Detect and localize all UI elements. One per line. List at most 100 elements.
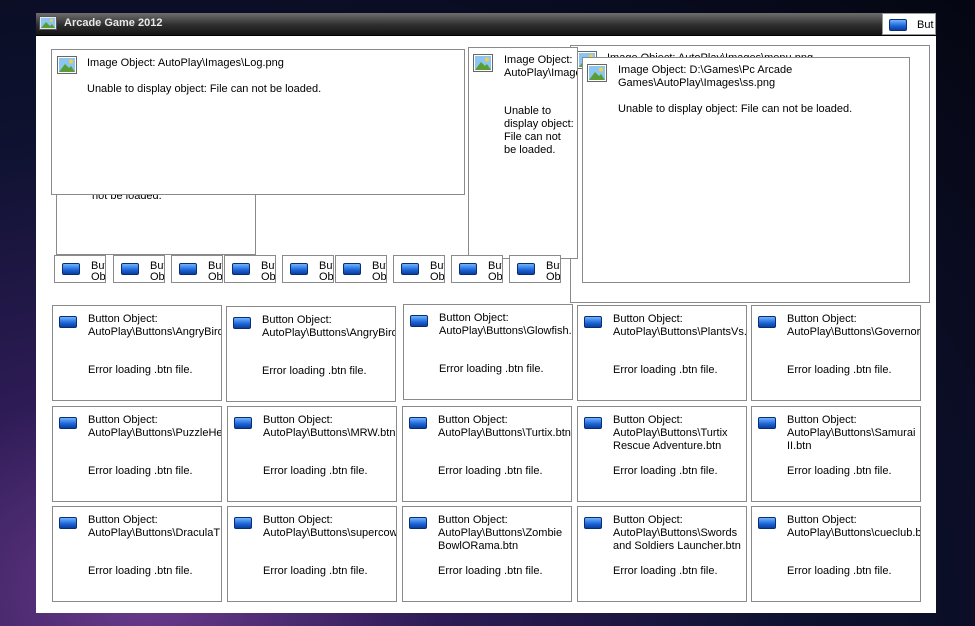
small-button-object[interactable]: But Obj	[282, 255, 334, 283]
button-object-icon	[758, 517, 776, 529]
small-button-label: But Obj	[430, 260, 445, 283]
window-title: Arcade Game 2012	[64, 17, 163, 29]
button-object-card[interactable]: Button Object: AutoPlay\Buttons\MRW.btn Er…	[227, 406, 397, 502]
button-object-card[interactable]: Button Object: AutoPlay\Buttons\AngryBird…	[226, 306, 396, 402]
button-object-error: Error loading .btn file.	[787, 364, 892, 376]
button-object-card[interactable]: Button Object: AutoPlay\Buttons\AngryBird…	[52, 305, 222, 401]
button-object-icon	[409, 417, 427, 429]
button-object-error: Error loading .btn file.	[438, 565, 543, 577]
button-object-icon	[584, 316, 602, 328]
button-object-icon	[179, 263, 197, 275]
image-object-error: Unable to display object: File can not b…	[618, 103, 853, 115]
image-placeholder-icon	[473, 54, 493, 72]
button-object-card[interactable]: Button Object: AutoPlay\Buttons\cueclub.b…	[751, 506, 921, 602]
button-object-card[interactable]: Button Object: AutoPlay\Buttons\Zombie Bo…	[402, 506, 572, 602]
title-bar[interactable]: Arcade Game 2012 But	[36, 13, 936, 36]
button-object-icon	[401, 263, 419, 275]
button-object-icon	[234, 417, 252, 429]
button-object-name: Button Object: AutoPlay\Buttons\AngryBird…	[262, 314, 396, 339]
button-object-name: Button Object: AutoPlay\Buttons\Samurai I…	[787, 414, 916, 452]
button-object-name: Button Object: AutoPlay\Buttons\DraculaT	[88, 514, 221, 539]
corner-button-label: But	[917, 19, 934, 31]
button-object-icon	[889, 19, 907, 31]
button-object-name: Button Object: AutoPlay\Buttons\Zombie Bo…	[438, 514, 563, 552]
button-object-card[interactable]: Button Object: AutoPlay\Buttons\DraculaT E…	[52, 506, 222, 602]
button-object-card[interactable]: Button Object: AutoPlay\Buttons\Turtix Re…	[577, 406, 747, 502]
button-object-card[interactable]: Button Object: AutoPlay\Buttons\Governor E…	[751, 305, 921, 401]
button-object-icon	[232, 263, 250, 275]
button-object-icon	[233, 317, 251, 329]
button-object-error: Error loading .btn file.	[262, 365, 367, 377]
button-object-error: Error loading .btn file.	[613, 364, 718, 376]
button-object-card[interactable]: Button Object: AutoPlay\Buttons\PlantsVs.…	[577, 305, 747, 401]
image-object-title: Image Object: D:\Games\Pc Arcade Games\A…	[618, 64, 793, 89]
button-object-name: Button Object: AutoPlay\Buttons\MRW.btn	[263, 414, 396, 439]
image-placeholder-icon	[57, 56, 77, 74]
image-object-log: Image Object: AutoPlay\Images\Log.png Un…	[51, 49, 465, 195]
app-window: Arcade Game 2012 But not be loaded. Imag…	[36, 13, 936, 613]
button-object-error: Error loading .btn file.	[787, 465, 892, 477]
small-button-label: But Obj	[319, 260, 334, 283]
button-object-error: Error loading .btn file.	[438, 465, 543, 477]
button-object-card[interactable]: Button Object: AutoPlay\Buttons\Glowfish.…	[403, 304, 573, 400]
button-object-name: Button Object: AutoPlay\Buttons\PlantsVs.	[613, 313, 747, 338]
button-object-icon	[62, 263, 80, 275]
small-button-object[interactable]: But Obj	[451, 255, 503, 283]
button-object-icon	[234, 517, 252, 529]
button-object-card[interactable]: Button Object: AutoPlay\Buttons\supercow E…	[227, 506, 397, 602]
button-object-icon	[121, 263, 139, 275]
button-object-icon	[343, 263, 361, 275]
button-object-error: Error loading .btn file.	[263, 465, 368, 477]
button-object-icon	[584, 517, 602, 529]
small-button-object[interactable]: But Obj	[171, 255, 223, 283]
button-object-name: Button Object: AutoPlay\Buttons\PuzzleHe	[88, 414, 222, 439]
app-image-icon	[39, 16, 57, 30]
button-object-icon	[59, 517, 77, 529]
button-object-icon	[59, 417, 77, 429]
image-object-error: Unable to display object: File can not b…	[87, 83, 322, 95]
button-object-name: Button Object: AutoPlay\Buttons\cueclub.b…	[787, 514, 921, 539]
button-object-icon	[758, 316, 776, 328]
button-object-icon	[584, 417, 602, 429]
small-button-object[interactable]: But Obj	[509, 255, 561, 283]
button-object-card[interactable]: Button Object: AutoPlay\Buttons\Swords an…	[577, 506, 747, 602]
button-object-card[interactable]: Button Object: AutoPlay\Buttons\Turtix.bt…	[402, 406, 572, 502]
image-object-error: Unable to display object: File can not b…	[504, 105, 574, 156]
button-object-icon	[459, 263, 477, 275]
button-object-icon	[517, 263, 535, 275]
button-object-icon	[409, 517, 427, 529]
button-object-error: Error loading .btn file.	[787, 565, 892, 577]
corner-button[interactable]: But	[882, 13, 936, 35]
button-object-card[interactable]: Button Object: AutoPlay\Buttons\Samurai I…	[751, 406, 921, 502]
button-object-name: Button Object: AutoPlay\Buttons\AngryBird…	[88, 313, 222, 338]
small-button-label: But Obj	[261, 260, 276, 283]
small-button-object[interactable]: But Obj	[335, 255, 387, 283]
small-button-object[interactable]: But Obj	[54, 255, 106, 283]
button-object-error: Error loading .btn file.	[88, 565, 193, 577]
small-button-label: But Obj	[150, 260, 165, 283]
button-object-icon	[410, 315, 428, 327]
small-button-label: But Obj	[372, 260, 387, 283]
small-button-label: But Obj	[91, 260, 106, 283]
button-object-error: Error loading .btn file.	[88, 364, 193, 376]
small-button-object[interactable]: But Obj	[393, 255, 445, 283]
image-object-ss: Image Object: D:\Games\Pc Arcade Games\A…	[582, 57, 910, 283]
small-button-label: But Obj	[208, 260, 223, 283]
button-object-card[interactable]: Button Object: AutoPlay\Buttons\PuzzleHe E…	[52, 406, 222, 502]
button-object-name: Button Object: AutoPlay\Buttons\Turtix.bt…	[438, 414, 571, 439]
button-object-name: Button Object: AutoPlay\Buttons\Swords an…	[613, 514, 741, 552]
button-object-error: Error loading .btn file.	[88, 465, 193, 477]
button-object-error: Error loading .btn file.	[613, 565, 718, 577]
small-button-object[interactable]: But Obj	[113, 255, 165, 283]
button-object-error: Error loading .btn file.	[613, 465, 718, 477]
image-object-title: Image Object: AutoPlay\Images\Log.png	[87, 57, 284, 69]
button-object-icon	[59, 316, 77, 328]
button-object-icon	[290, 263, 308, 275]
button-object-error: Error loading .btn file.	[439, 363, 544, 375]
image-object-narrow: Image Object: AutoPlay\Images Unable to …	[468, 47, 578, 259]
button-object-icon	[758, 417, 776, 429]
button-object-name: Button Object: AutoPlay\Buttons\Glowfish.	[439, 312, 572, 337]
button-object-name: Button Object: AutoPlay\Buttons\Turtix Re…	[613, 414, 728, 452]
small-button-object[interactable]: But Obj	[224, 255, 276, 283]
small-button-label: But Obj	[488, 260, 503, 283]
